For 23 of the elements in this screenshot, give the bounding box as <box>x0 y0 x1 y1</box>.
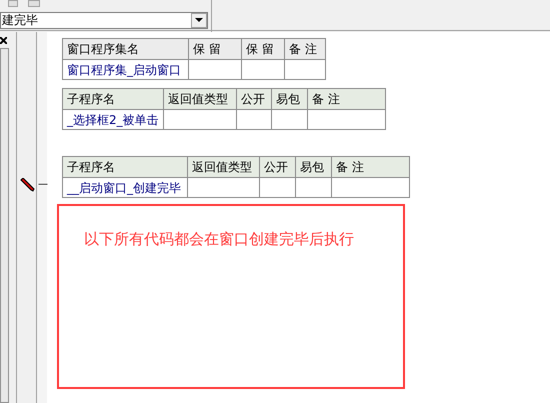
pencil-icon <box>20 178 35 192</box>
column-header: 公开 <box>236 88 272 110</box>
close-icon[interactable] <box>0 36 8 45</box>
column-header: 保 留 <box>242 38 284 60</box>
line-marker: — <box>38 178 48 192</box>
column-header: 易包 <box>272 88 308 110</box>
column-header: 易包 <box>296 156 332 178</box>
column-header: 备 注 <box>284 38 326 60</box>
column-header: 子程序名 <box>62 88 164 110</box>
column-header: 返回值类型 <box>188 156 260 178</box>
dropdown-value: 建完毕 <box>1 13 39 28</box>
column-header: 公开 <box>260 156 296 178</box>
annotation-text: 以下所有代码都会在窗口创建完毕后执行 <box>84 229 354 250</box>
column-header: 窗口程序集名 <box>62 38 188 60</box>
column-header: 备 注 <box>308 88 386 110</box>
column-header: 子程序名 <box>62 156 188 178</box>
table-cell: __启动窗口_创建完毕 <box>62 178 188 198</box>
table-cell: 窗口程序集_启动窗口 <box>62 60 188 80</box>
table-cell: _选择框2_被单击 <box>62 110 164 130</box>
column-header: 保 留 <box>188 38 242 60</box>
column-header: 备 注 <box>332 156 410 178</box>
column-header: 返回值类型 <box>164 88 236 110</box>
dropdown[interactable]: 建完毕 <box>0 12 208 29</box>
